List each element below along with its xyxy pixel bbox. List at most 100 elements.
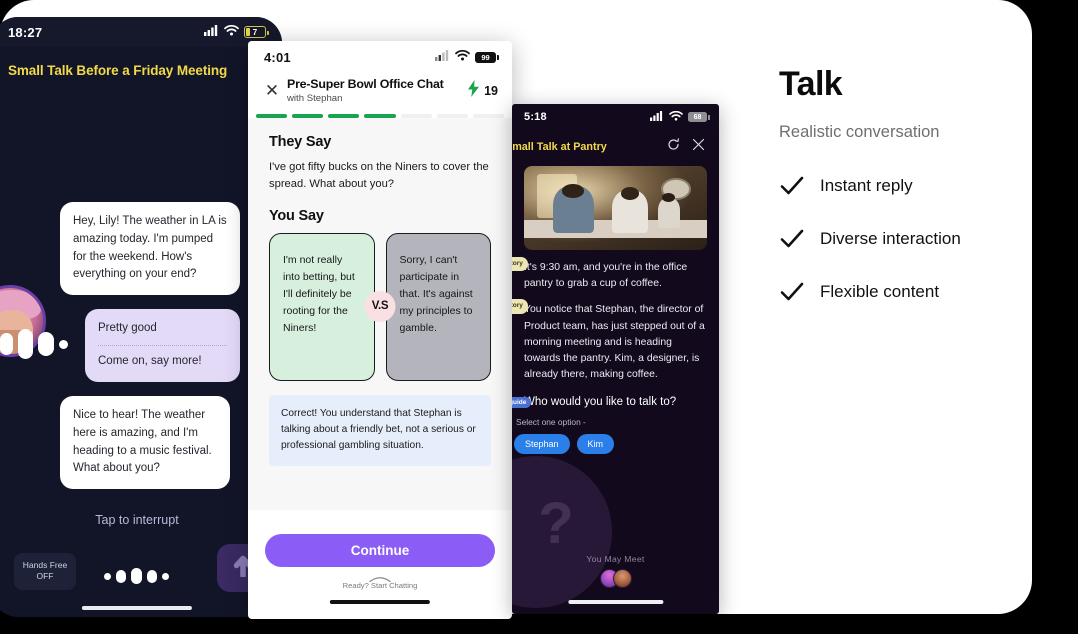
status-bar: 5:18 68 [512,104,719,130]
wifi-icon [669,108,683,126]
cellular-icon [435,48,450,66]
lesson-body: They Say I've got fifty bucks on the Nin… [248,118,512,510]
guide-tag-chip: guide [512,396,532,408]
vs-badge: V.S [364,290,396,322]
scenario-paragraph: story You notice that Stephan, the direc… [512,292,719,383]
status-bar: 4:01 99 [248,41,512,73]
status-indicators: 99 [435,48,499,66]
scene-person-head [620,187,640,200]
scene-person-head [662,192,675,203]
close-icon[interactable] [692,138,705,156]
progress-segment [364,114,396,118]
check-icon [779,173,805,199]
story-tag-chip: story [512,299,528,314]
status-time: 4:01 [264,49,291,65]
select-option-hint: Select one option - [516,416,586,427]
status-time: 18:27 [8,24,43,40]
feature-bullet-list: Instant reply Diverse interaction Flexib… [779,173,1019,305]
progress-segment [328,114,360,118]
suggestion-hint: Come on, say more! [98,355,202,368]
battery-level: 68 [693,113,702,121]
status-time: 5:18 [524,111,547,123]
scenario-actions [667,138,705,156]
scenario-paragraph-text: You notice that Stephan, the director of… [524,304,705,381]
feature-bullet: Diverse interaction [779,226,1019,252]
speaking-indicator [0,329,68,359]
they-say-text: I've got fifty bucks on the Niners to co… [269,161,489,191]
option-chip-stephan[interactable]: Stephan [514,433,570,454]
hands-free-toggle[interactable]: Hands Free OFF [14,553,76,590]
streak-indicator: 19 [467,79,498,102]
feedback-message: Correct! You understand that Stephan is … [269,394,491,466]
progress-segment [256,114,288,118]
feature-bullet-label: Instant reply [820,176,913,196]
lesson-subtitle: with Stephan [287,93,343,104]
status-indicators: 68 [650,108,710,126]
status-indicators: 7 [204,23,269,41]
feature-bullet-label: Flexible content [820,282,940,302]
hands-free-label: Hands Free [22,560,68,570]
streak-count: 19 [484,83,498,98]
option-chip-kim[interactable]: Kim [576,433,615,454]
lesson-titles: Pre-Super Bowl Office Chat with Stephan [282,77,467,104]
status-bar: 18:27 7 [0,17,282,47]
phone-voice-chat: 18:27 7 Small Talk Before a Friday Meeti… [0,17,282,617]
cellular-icon [204,23,219,41]
tap-to-interrupt-label[interactable]: Tap to interrupt [0,513,282,527]
battery-level: 7 [252,27,258,37]
answer-option-alternate[interactable]: Sorry, I can't participate in that. It's… [385,232,491,381]
scenario-question: guide Who would you like to talk to? [512,384,719,408]
message-bubble-incoming: Hey, Lily! The weather in LA is amazing … [60,202,240,296]
scene-image-wrapper [512,166,719,250]
scenario-paragraph-text: It's 9:30 am, and you're in the office p… [524,262,688,290]
conversation-title: Small Talk Before a Friday Meeting [8,63,228,78]
phone-lesson: 4:01 99 ✕ Pre-Super Bowl Office Chat wit… [248,41,512,619]
continue-button[interactable]: Continue [265,534,495,567]
you-say-heading: You Say [269,207,324,224]
ready-start-chatting-label[interactable]: Ready? Start Chatting [248,581,512,590]
lightning-bolt-icon [467,79,480,102]
feature-bullet: Flexible content [779,279,1019,305]
progress-segment [400,114,432,118]
lesson-header: ✕ Pre-Super Bowl Office Chat with Stepha… [248,73,512,114]
cellular-icon [650,108,664,126]
lesson-title: Pre-Super Bowl Office Chat [287,77,444,91]
hands-free-state: OFF [36,571,54,582]
progress-segment [292,114,324,118]
feature-bullet-label: Diverse interaction [820,229,961,249]
feature-panel: Talk Realistic conversation Instant repl… [779,65,1019,332]
close-icon[interactable]: ✕ [262,81,282,101]
home-indicator [81,606,193,610]
scenario-header: Small Talk at Pantry [512,130,719,166]
page-title: Talk [779,65,843,103]
bubble-divider [98,345,227,347]
lesson-footer: Continue Ready? Start Chatting [248,510,512,610]
you-may-meet-avatars [512,569,719,588]
suggestion-text: Pretty good [98,322,157,335]
audio-waveform [104,568,169,584]
you-may-meet-label: You May Meet [586,554,645,564]
battery-icon: 68 [688,112,710,122]
battery-level: 99 [481,52,490,62]
scenario-question-text: Who would you like to talk to? [524,395,677,408]
scenario-paragraph: story It's 9:30 am, and you're in the of… [512,250,719,292]
screenshot-root: Talk Realistic conversation Instant repl… [0,0,1078,634]
scenario-title: Small Talk at Pantry [512,141,607,153]
phone-scenario: 5:18 68 Small Talk at Pantry ory It's 9:… [512,104,719,614]
battery-icon: 7 [244,26,269,38]
they-say-heading: They Say [269,134,332,150]
page-subtitle: Realistic conversation [779,123,940,142]
answer-option-correct[interactable]: I'm not really into betting, but I'll de… [269,232,375,381]
check-icon [779,279,805,305]
message-bubble-incoming: Nice to hear! The weather here is amazin… [60,395,230,490]
progress-segment [472,114,504,118]
message-bubble-suggestion[interactable]: Pretty good Come on, say more! [85,309,240,382]
scene-person [657,197,680,229]
refresh-icon[interactable] [667,138,680,156]
option-chip-list: Stephan Kim [512,427,719,454]
wifi-icon [224,23,239,41]
you-may-meet: You May Meet [512,554,719,588]
office-pantry-illustration [524,166,707,250]
stephan-avatar[interactable] [612,569,632,588]
battery-icon: 99 [475,51,499,63]
